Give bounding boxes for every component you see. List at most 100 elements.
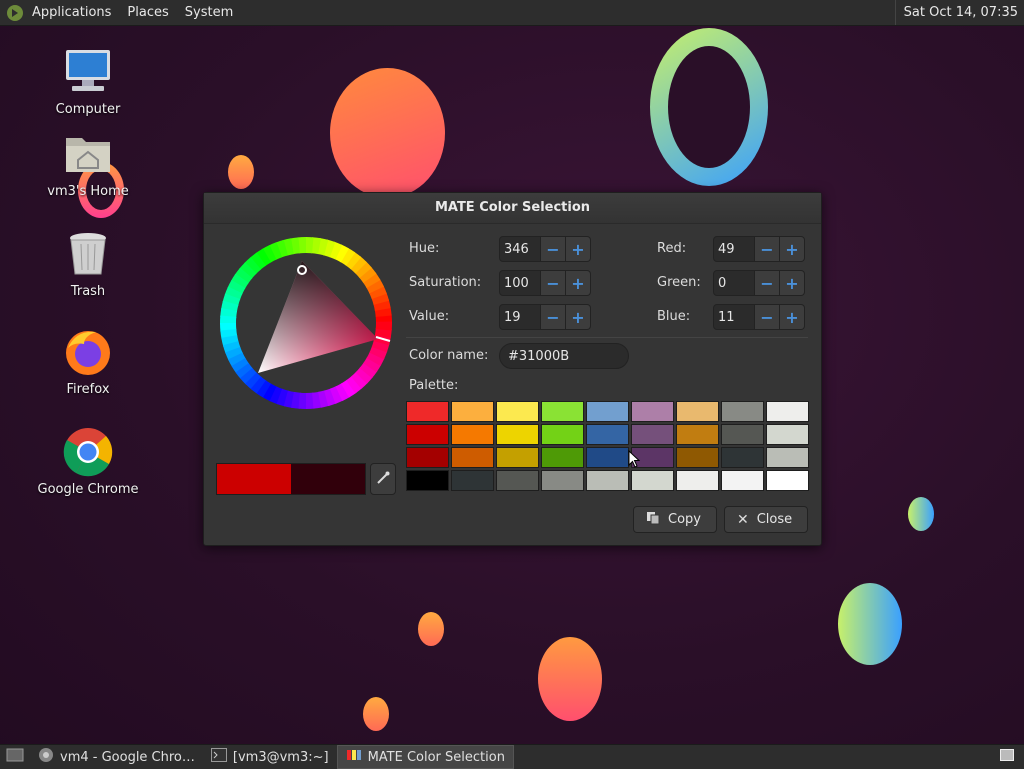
palette-swatch[interactable] bbox=[631, 401, 674, 422]
palette-swatch[interactable] bbox=[586, 401, 629, 422]
value-spinbutton[interactable]: 19 − + bbox=[499, 304, 593, 330]
value-label: Value: bbox=[409, 309, 450, 324]
hsv-color-wheel[interactable] bbox=[218, 235, 394, 411]
hue-spinbutton[interactable]: 346 − + bbox=[499, 236, 593, 262]
palette-swatch[interactable] bbox=[676, 424, 719, 445]
color-preview bbox=[216, 463, 366, 495]
palette-swatch[interactable] bbox=[586, 470, 629, 491]
copy-icon bbox=[646, 511, 660, 529]
top-panel: Applications Places System Sat Oct 14, 0… bbox=[0, 0, 1024, 26]
green-spinbutton[interactable]: 0 − + bbox=[713, 270, 807, 296]
palette-swatch[interactable] bbox=[721, 447, 764, 468]
palette-swatch[interactable] bbox=[406, 401, 449, 422]
value-field[interactable]: 19 bbox=[499, 304, 541, 330]
palette-swatch[interactable] bbox=[766, 447, 809, 468]
palette-swatch[interactable] bbox=[451, 424, 494, 445]
palette-swatch[interactable] bbox=[676, 447, 719, 468]
palette-swatch[interactable] bbox=[496, 401, 539, 422]
red-increment-button[interactable]: + bbox=[780, 236, 805, 262]
hue-increment-button[interactable]: + bbox=[566, 236, 591, 262]
chrome-icon bbox=[38, 747, 54, 767]
desktop-icon-label: Computer bbox=[55, 102, 121, 117]
color-name-input[interactable]: #31000B bbox=[499, 343, 629, 369]
blue-decrement-button[interactable]: − bbox=[755, 304, 780, 330]
palette-swatch[interactable] bbox=[721, 424, 764, 445]
menu-applications[interactable]: Applications bbox=[24, 0, 119, 25]
palette-swatch[interactable] bbox=[496, 447, 539, 468]
red-label: Red: bbox=[657, 241, 687, 256]
red-spinbutton[interactable]: 49 − + bbox=[713, 236, 807, 262]
hue-decrement-button[interactable]: − bbox=[541, 236, 566, 262]
saturation-increment-button[interactable]: + bbox=[566, 270, 591, 296]
taskbar-item-terminal[interactable]: [vm3@vm3:~] bbox=[203, 745, 337, 769]
palette-swatch[interactable] bbox=[766, 401, 809, 422]
saturation-label: Saturation: bbox=[409, 275, 482, 290]
palette-swatch[interactable] bbox=[451, 401, 494, 422]
menu-system[interactable]: System bbox=[177, 0, 241, 25]
palette-swatch[interactable] bbox=[541, 447, 584, 468]
palette-swatch[interactable] bbox=[541, 401, 584, 422]
previous-color-swatch bbox=[217, 464, 291, 494]
copy-button[interactable]: Copy bbox=[633, 506, 717, 533]
close-icon: ✕ bbox=[737, 511, 749, 528]
saturation-decrement-button[interactable]: − bbox=[541, 270, 566, 296]
taskbar-item-color-selection[interactable]: MATE Color Selection bbox=[336, 745, 514, 769]
desktop-icon-label: Trash bbox=[70, 284, 106, 299]
palette-swatch[interactable] bbox=[586, 424, 629, 445]
firefox-icon bbox=[62, 326, 114, 378]
color-name-label: Color name: bbox=[409, 348, 489, 363]
palette-swatch[interactable] bbox=[676, 470, 719, 491]
mate-menu-icon[interactable] bbox=[6, 4, 24, 22]
palette-swatch[interactable] bbox=[721, 470, 764, 491]
color-selector-icon bbox=[346, 747, 362, 767]
green-field[interactable]: 0 bbox=[713, 270, 755, 296]
palette-swatch[interactable] bbox=[631, 470, 674, 491]
value-decrement-button[interactable]: − bbox=[541, 304, 566, 330]
red-decrement-button[interactable]: − bbox=[755, 236, 780, 262]
palette-swatch[interactable] bbox=[586, 447, 629, 468]
desktop-icon-trash[interactable]: Trash bbox=[33, 228, 143, 299]
close-button[interactable]: ✕ Close bbox=[724, 506, 808, 533]
palette-swatch[interactable] bbox=[766, 424, 809, 445]
show-desktop-button[interactable] bbox=[0, 745, 30, 769]
palette-swatch[interactable] bbox=[541, 470, 584, 491]
menu-places[interactable]: Places bbox=[119, 0, 176, 25]
hue-field[interactable]: 346 bbox=[499, 236, 541, 262]
palette-swatch[interactable] bbox=[406, 470, 449, 491]
copy-button-label: Copy bbox=[668, 512, 701, 527]
palette-swatch[interactable] bbox=[676, 401, 719, 422]
red-field[interactable]: 49 bbox=[713, 236, 755, 262]
desktop-icon-label: Firefox bbox=[66, 382, 110, 397]
palette-swatch[interactable] bbox=[451, 447, 494, 468]
taskbar-item-chrome[interactable]: vm4 - Google Chro… bbox=[30, 745, 203, 769]
blue-field[interactable]: 11 bbox=[713, 304, 755, 330]
bottom-panel: vm4 - Google Chro… [vm3@vm3:~] MATE Colo… bbox=[0, 744, 1024, 769]
saturation-field[interactable]: 100 bbox=[499, 270, 541, 296]
palette-swatch[interactable] bbox=[541, 424, 584, 445]
desktop-icon-firefox[interactable]: Firefox bbox=[33, 326, 143, 397]
green-decrement-button[interactable]: − bbox=[755, 270, 780, 296]
value-increment-button[interactable]: + bbox=[566, 304, 591, 330]
clock[interactable]: Sat Oct 14, 07:35 bbox=[894, 0, 1024, 25]
palette-swatch[interactable] bbox=[406, 447, 449, 468]
blue-increment-button[interactable]: + bbox=[780, 304, 805, 330]
saturation-spinbutton[interactable]: 100 − + bbox=[499, 270, 593, 296]
blue-spinbutton[interactable]: 11 − + bbox=[713, 304, 807, 330]
dialog-title[interactable]: MATE Color Selection bbox=[204, 193, 821, 224]
desktop-icon-home[interactable]: vm3's Home bbox=[33, 128, 143, 199]
palette-swatch[interactable] bbox=[451, 470, 494, 491]
eyedropper-icon bbox=[376, 470, 390, 489]
green-increment-button[interactable]: + bbox=[780, 270, 805, 296]
palette-swatch[interactable] bbox=[631, 424, 674, 445]
palette-swatch[interactable] bbox=[721, 401, 764, 422]
palette-swatch[interactable] bbox=[496, 470, 539, 491]
eyedropper-button[interactable] bbox=[370, 463, 396, 495]
palette-swatch[interactable] bbox=[766, 470, 809, 491]
workspace-switcher[interactable] bbox=[990, 745, 1024, 769]
desktop-icon-computer[interactable]: Computer bbox=[33, 46, 143, 117]
trash-icon bbox=[62, 228, 114, 280]
desktop-icon-label: Google Chrome bbox=[37, 482, 139, 497]
palette-swatch[interactable] bbox=[496, 424, 539, 445]
palette-swatch[interactable] bbox=[406, 424, 449, 445]
desktop-icon-chrome[interactable]: Google Chrome bbox=[33, 426, 143, 497]
